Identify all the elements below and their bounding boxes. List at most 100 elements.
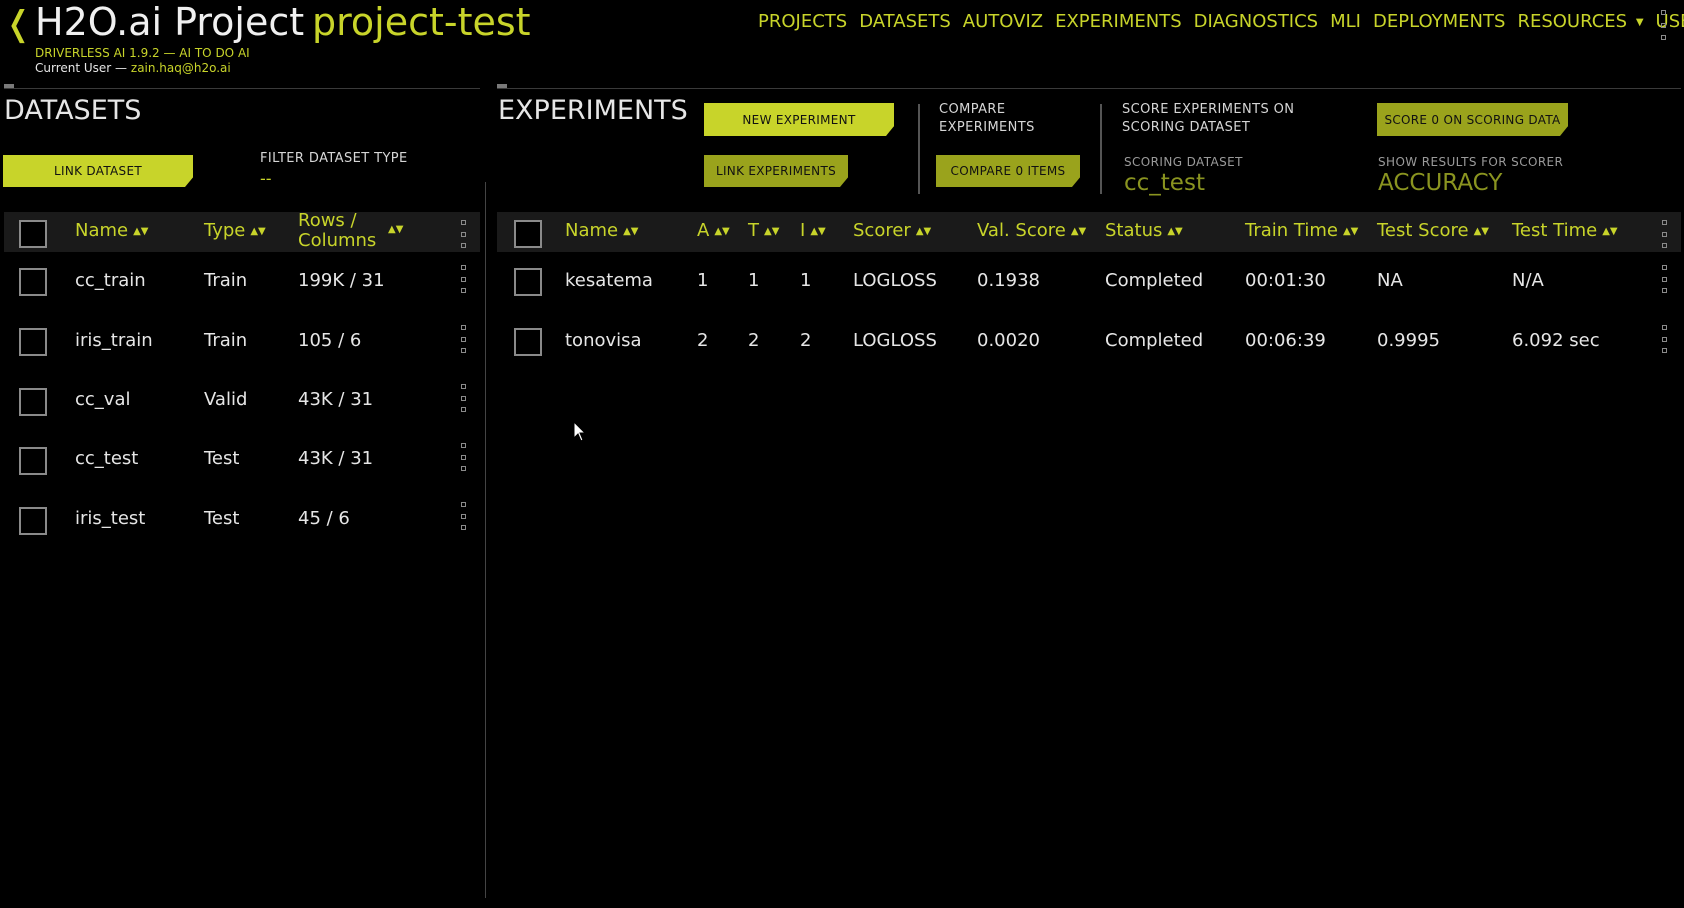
datasets-rule-tab (4, 84, 14, 88)
experiment-t: 2 (748, 330, 760, 351)
experiments-col-test-score[interactable]: Test Score ▲▼ (1377, 220, 1489, 241)
dataset-name[interactable]: cc_train (75, 270, 146, 291)
dataset-row-kebab-icon[interactable] (459, 502, 467, 530)
dataset-row-checkbox[interactable] (19, 328, 47, 356)
nav-resources[interactable]: RESOURCES ▼ (1517, 11, 1643, 32)
dataset-type: Train (204, 270, 248, 291)
experiments-col-status[interactable]: Status ▲▼ (1105, 220, 1183, 241)
dataset-row-checkbox[interactable] (19, 447, 47, 475)
experiment-name[interactable]: kesatema (565, 270, 653, 291)
datasets-col-type[interactable]: Type ▲▼ (204, 220, 266, 241)
experiments-col-i[interactable]: I ▲▼ (800, 220, 826, 241)
experiments-col-t-label: T (748, 220, 759, 241)
mouse-cursor-icon (573, 421, 587, 442)
datasets-col-name-label: Name (75, 220, 129, 241)
dataset-row-kebab-icon[interactable] (459, 384, 467, 412)
experiment-scorer: LOGLOSS (853, 330, 937, 351)
filter-dataset-type-select[interactable]: -- (260, 169, 272, 188)
nav-datasets[interactable]: DATASETS (859, 11, 951, 32)
scoring-dataset-select[interactable]: cc_test (1124, 170, 1205, 196)
experiment-val-score: 0.1938 (977, 270, 1040, 291)
experiments-col-test-time[interactable]: Test Time ▲▼ (1512, 220, 1618, 241)
current-user-prefix: Current User — (35, 61, 128, 75)
experiment-row-checkbox[interactable] (514, 268, 542, 296)
experiments-col-val-score[interactable]: Val. Score ▲▼ (977, 220, 1086, 241)
dataset-size: 105 / 6 (298, 330, 362, 351)
experiment-i: 1 (800, 270, 812, 291)
sort-icon: ▲▼ (250, 225, 266, 237)
experiments-col-scorer-label: Scorer (853, 220, 911, 241)
project-name: project-test (312, 0, 531, 44)
nav-autoviz[interactable]: AUTOVIZ (963, 11, 1043, 32)
experiments-col-train-time-label: Train Time (1245, 220, 1338, 241)
dataset-name[interactable]: cc_test (75, 448, 138, 469)
dataset-name[interactable]: iris_test (75, 508, 145, 529)
current-user-line: Current User — zain.haq@h2o.ai (35, 61, 231, 75)
datasets-col-rows-label: Rows / (298, 210, 357, 231)
experiments-col-name[interactable]: Name ▲▼ (565, 220, 639, 241)
experiment-row-kebab-icon[interactable] (1660, 325, 1668, 353)
link-dataset-button[interactable]: LINK DATASET (3, 155, 193, 187)
dataset-size: 199K / 31 (298, 270, 385, 291)
experiments-header-kebab-icon[interactable] (1660, 220, 1668, 248)
scorer-label: SHOW RESULTS FOR SCORER (1378, 155, 1564, 169)
dataset-size: 45 / 6 (298, 508, 350, 529)
experiment-status: Completed (1105, 270, 1204, 291)
dataset-type: Test (204, 448, 240, 469)
dataset-type: Valid (204, 389, 248, 410)
dataset-name[interactable]: cc_val (75, 389, 130, 410)
sort-icon: ▲▼ (1602, 225, 1618, 237)
experiments-col-a[interactable]: A ▲▼ (697, 220, 730, 241)
experiments-col-t[interactable]: T ▲▼ (748, 220, 779, 241)
experiments-col-test-time-label: Test Time (1512, 220, 1598, 241)
nav-deployments[interactable]: DEPLOYMENTS (1373, 11, 1505, 32)
nav-projects[interactable]: PROJECTS (758, 11, 847, 32)
sort-icon: ▲▼ (1342, 225, 1359, 237)
compare-items-button[interactable]: COMPARE 0 ITEMS (936, 155, 1080, 187)
experiments-col-train-time[interactable]: Train Time ▲▼ (1245, 220, 1358, 241)
current-user-email[interactable]: zain.haq@h2o.ai (131, 61, 231, 75)
dataset-size: 43K / 31 (298, 448, 374, 469)
sort-icon: ▲▼ (1167, 225, 1183, 237)
sort-icon: ▲▼ (764, 225, 780, 237)
nav-experiments[interactable]: EXPERIMENTS (1055, 11, 1182, 32)
back-chevron-icon[interactable]: ❬ (4, 4, 33, 44)
experiments-select-all-checkbox[interactable] (514, 220, 542, 248)
dataset-name[interactable]: iris_train (75, 330, 153, 351)
experiment-row-kebab-icon[interactable] (1660, 265, 1668, 293)
experiment-val-score: 0.0020 (977, 330, 1040, 351)
dataset-row-kebab-icon[interactable] (459, 265, 467, 293)
scoring-dataset-label: SCORING DATASET (1124, 155, 1243, 169)
experiment-row-checkbox[interactable] (514, 328, 542, 356)
new-experiment-button[interactable]: NEW EXPERIMENT (704, 103, 894, 136)
nav-mli[interactable]: MLI (1330, 11, 1361, 32)
experiment-train-time: 00:06:39 (1245, 330, 1326, 351)
datasets-col-rows-columns[interactable]: Rows / Columns (298, 211, 376, 251)
dataset-type: Test (204, 508, 240, 529)
sort-icon[interactable]: ▲▼ (388, 225, 403, 235)
compare-label-line-2: EXPERIMENTS (939, 120, 1035, 135)
dataset-row-checkbox[interactable] (19, 388, 47, 416)
experiments-col-scorer[interactable]: Scorer ▲▼ (853, 220, 931, 241)
nav-diagnostics[interactable]: DIAGNOSTICS (1194, 11, 1318, 32)
datasets-select-all-checkbox[interactable] (19, 220, 47, 248)
experiment-train-time: 00:01:30 (1245, 270, 1326, 291)
dataset-row-checkbox[interactable] (19, 507, 47, 535)
scorer-select[interactable]: ACCURACY (1378, 170, 1502, 196)
datasets-col-name[interactable]: Name ▲▼ (75, 220, 149, 241)
experiments-col-name-label: Name (565, 220, 619, 241)
header-kebab-icon[interactable] (1659, 10, 1667, 40)
sort-icon: ▲▼ (1070, 225, 1087, 237)
score-on-scoring-data-button[interactable]: SCORE 0 ON SCORING DATA (1377, 103, 1568, 136)
link-experiments-button[interactable]: LINK EXPERIMENTS (704, 155, 848, 187)
version-line: DRIVERLESS AI 1.9.2 — AI TO DO AI (35, 46, 250, 60)
experiment-name[interactable]: tonovisa (565, 330, 642, 351)
dataset-row-kebab-icon[interactable] (459, 443, 467, 471)
experiments-section-rule (497, 88, 1681, 89)
experiment-test-time: 6.092 sec (1512, 330, 1600, 351)
dataset-row-kebab-icon[interactable] (459, 325, 467, 353)
datasets-title: DATASETS (4, 95, 142, 126)
dataset-row-checkbox[interactable] (19, 268, 47, 296)
datasets-header-kebab-icon[interactable] (459, 220, 467, 248)
dataset-type: Train (204, 330, 248, 351)
